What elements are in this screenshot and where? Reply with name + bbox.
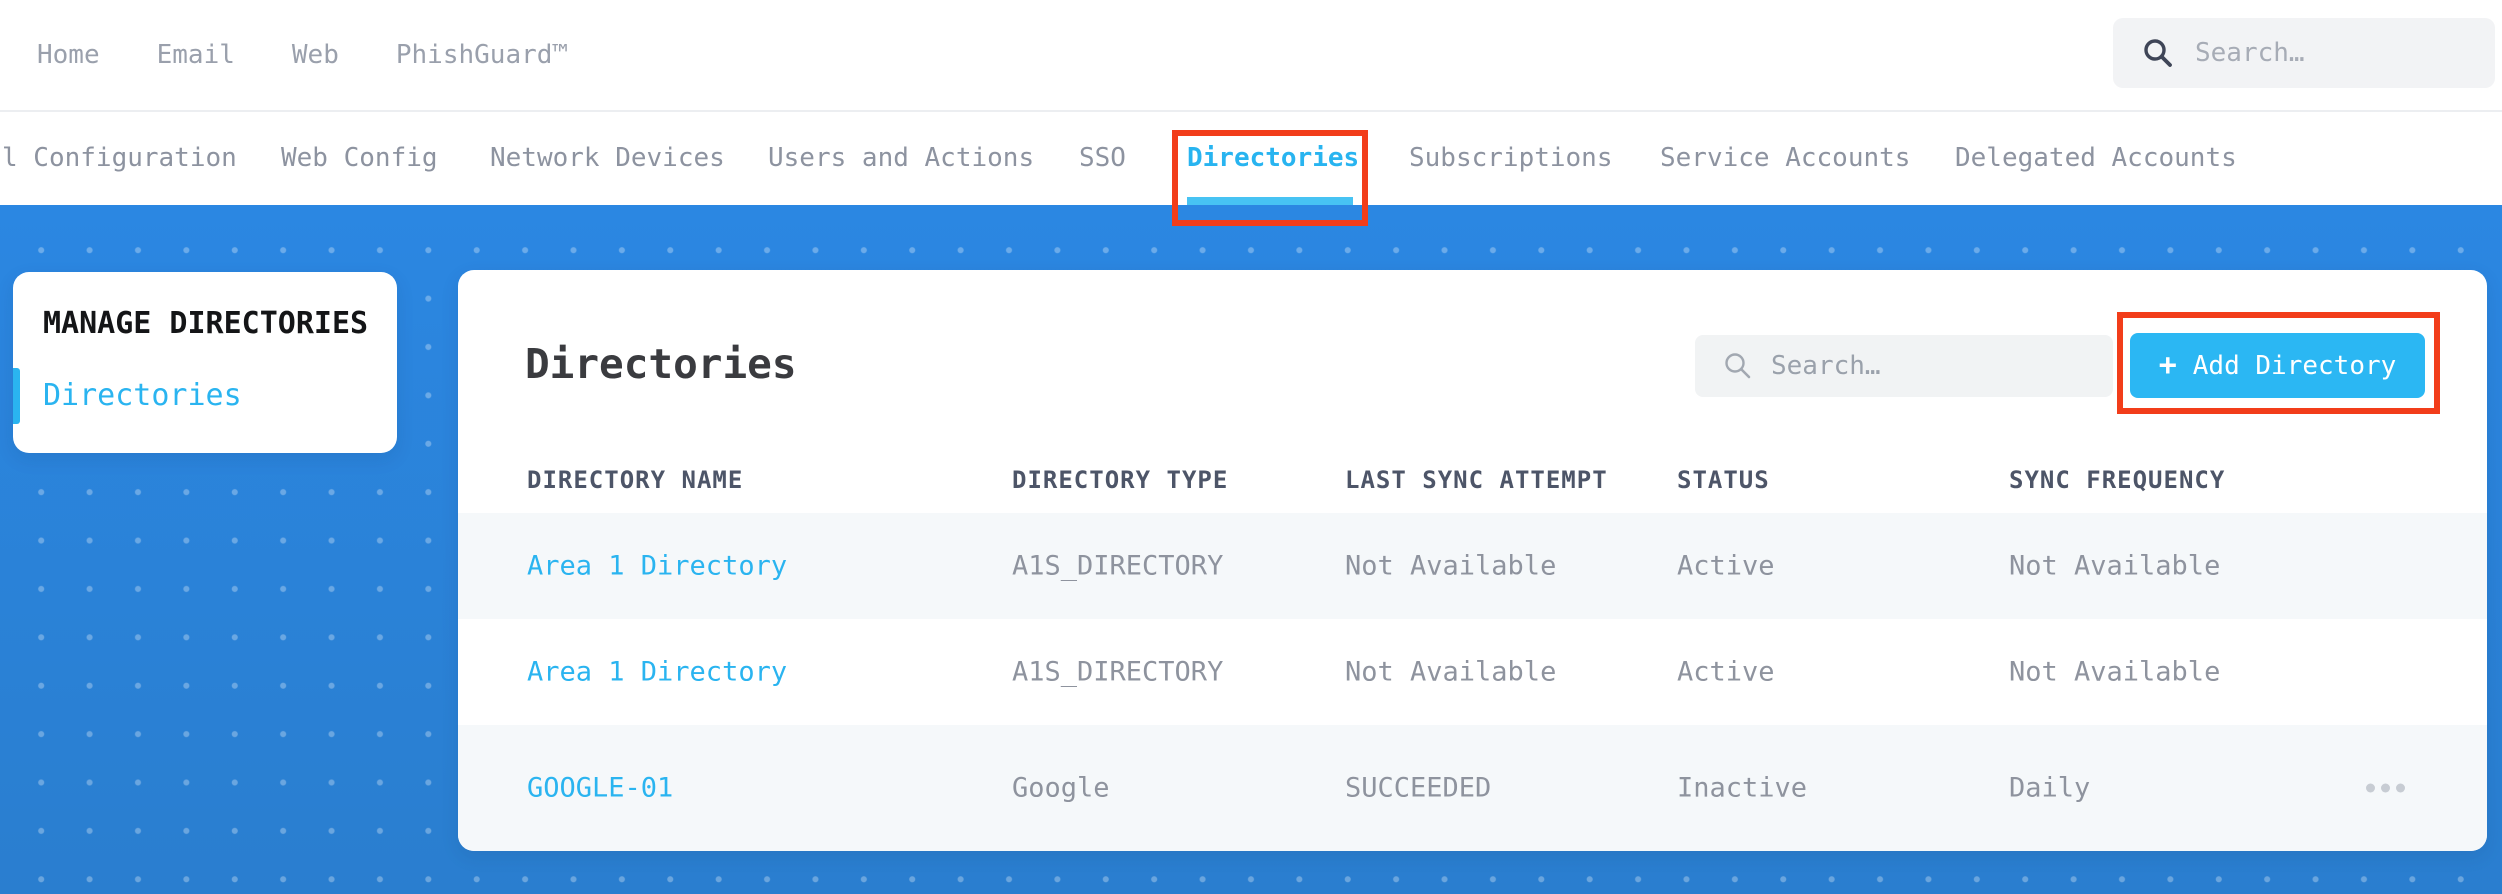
search-icon: [1725, 353, 1751, 379]
directory-type-cell: Google: [1012, 772, 1110, 804]
nav-item-phishguard[interactable]: PhishGuard™: [396, 40, 568, 70]
sidebar-item-directories[interactable]: Directories: [43, 378, 242, 413]
top-bar: Home Email Web PhishGuard™: [0, 0, 2502, 112]
sync-frequency-cell: Not Available: [2009, 550, 2221, 582]
tab-sso[interactable]: SSO: [1079, 112, 1126, 205]
status-cell: Inactive: [1677, 772, 1808, 804]
global-search-box[interactable]: [2113, 18, 2495, 88]
global-search-input[interactable]: [2193, 37, 2447, 69]
table-row: Area 1 Directory A1S_DIRECTORY Not Avail…: [458, 619, 2487, 725]
nav-item-home[interactable]: Home: [37, 40, 100, 70]
sidebar-title: MANAGE DIRECTORIES: [43, 306, 369, 341]
column-header-directory-name: DIRECTORY NAME: [527, 466, 744, 494]
top-nav: Home Email Web PhishGuard™: [37, 0, 568, 110]
directory-name-link[interactable]: Area 1 Directory: [527, 657, 787, 688]
sync-frequency-cell: Not Available: [2009, 656, 2221, 688]
table-row: Area 1 Directory A1S_DIRECTORY Not Avail…: [458, 513, 2487, 619]
manage-directories-card: MANAGE DIRECTORIES Directories: [13, 272, 397, 453]
directories-search-input[interactable]: [1769, 350, 2073, 382]
last-sync-cell: Not Available: [1345, 550, 1557, 582]
tab-configuration[interactable]: l Configuration: [2, 112, 237, 205]
plus-icon: +: [2158, 347, 2177, 383]
column-header-status: STATUS: [1677, 466, 1770, 494]
ellipsis-icon[interactable]: [2356, 774, 2415, 803]
settings-tabs-bar: l Configuration Web Config Network Devic…: [0, 112, 2502, 205]
active-tab-underline: [1187, 197, 1353, 205]
directory-type-cell: A1S_DIRECTORY: [1012, 656, 1224, 688]
add-directory-button[interactable]: + Add Directory: [2130, 333, 2425, 398]
tab-directories[interactable]: Directories: [1187, 112, 1359, 205]
status-cell: Active: [1677, 550, 1775, 582]
tab-subscriptions[interactable]: Subscriptions: [1409, 112, 1613, 205]
nav-item-web[interactable]: Web: [292, 40, 339, 70]
tab-delegated-accounts[interactable]: Delegated Accounts: [1955, 112, 2237, 205]
table-row: GOOGLE-01 Google SUCCEEDED Inactive Dail…: [458, 725, 2487, 851]
ellipsis-dot: [2381, 783, 2390, 793]
directories-search-box[interactable]: [1695, 335, 2113, 397]
nav-item-email[interactable]: Email: [157, 40, 235, 70]
directory-type-cell: A1S_DIRECTORY: [1012, 550, 1224, 582]
column-header-sync-frequency: SYNC FREQUENCY: [2009, 466, 2226, 494]
directory-name-link[interactable]: GOOGLE-01: [527, 773, 673, 804]
search-icon: [2144, 39, 2172, 67]
active-item-indicator: [13, 368, 20, 424]
sync-frequency-cell: Daily: [2009, 772, 2091, 804]
tab-users-and-actions[interactable]: Users and Actions: [768, 112, 1034, 205]
column-header-last-sync-attempt: LAST SYNC ATTEMPT: [1345, 466, 1608, 494]
last-sync-cell: SUCCEEDED: [1345, 772, 1492, 804]
column-header-directory-type: DIRECTORY TYPE: [1012, 466, 1229, 494]
add-directory-button-label: Add Directory: [2192, 350, 2397, 381]
table-header: DIRECTORY NAME DIRECTORY TYPE LAST SYNC …: [458, 466, 2487, 512]
page-title: Directories: [525, 340, 797, 388]
status-cell: Active: [1677, 656, 1775, 688]
directories-panel: Directories + Add Directory DIRECTORY NA…: [458, 270, 2487, 851]
tab-service-accounts[interactable]: Service Accounts: [1660, 112, 1910, 205]
directory-name-link[interactable]: Area 1 Directory: [527, 551, 787, 582]
app-screen: Home Email Web PhishGuard™ l Configurati…: [0, 0, 2502, 894]
tab-web-config[interactable]: Web Config: [281, 112, 438, 205]
tab-network-devices[interactable]: Network Devices: [490, 112, 725, 205]
ellipsis-dot: [2366, 783, 2375, 793]
ellipsis-dot: [2396, 783, 2405, 793]
last-sync-cell: Not Available: [1345, 656, 1557, 688]
